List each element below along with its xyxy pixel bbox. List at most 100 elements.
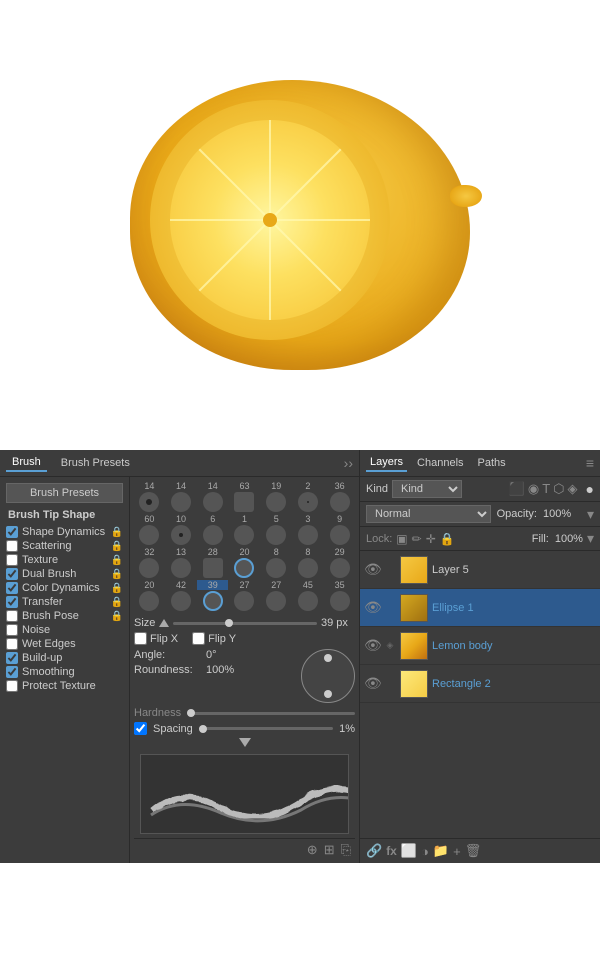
brush-bottom-icons: ⊕ ⊞ ⎘ bbox=[134, 838, 355, 861]
blend-mode-select[interactable]: Normal Multiply Screen Overlay bbox=[366, 505, 491, 523]
brush-presets-button[interactable]: Brush Presets bbox=[6, 483, 123, 503]
bg-cell[interactable]: 3 bbox=[293, 514, 324, 546]
visibility-icon-rect[interactable]: 👁 bbox=[364, 675, 380, 692]
bg-cell[interactable]: 14 bbox=[134, 481, 165, 513]
tab-layers[interactable]: Layers bbox=[366, 454, 407, 472]
layer-item-layer5[interactable]: 👁 Layer 5 bbox=[360, 551, 600, 589]
kind-pixel-icon[interactable]: ⬛ bbox=[509, 481, 525, 497]
option-dual-brush[interactable]: Dual Brush 🔒 bbox=[6, 567, 123, 581]
kind-shape-icon[interactable]: ⬡ bbox=[553, 481, 564, 497]
bg-cell[interactable]: 36 bbox=[324, 481, 355, 513]
layer-item-lemon-body[interactable]: 👁 ◈ Lemon body bbox=[360, 627, 600, 665]
flip-x-checkbox[interactable] bbox=[134, 632, 147, 645]
option-texture[interactable]: Texture 🔒 bbox=[6, 553, 123, 567]
layer-item-ellipse1[interactable]: 👁 Ellipse 1 bbox=[360, 589, 600, 627]
visibility-icon-layer5[interactable]: 👁 bbox=[364, 561, 380, 578]
tab-paths[interactable]: Paths bbox=[474, 455, 510, 471]
layers-bottom-bar: 🔗 fx ⬜ ◑ 📁 + 🗑 bbox=[360, 838, 600, 863]
option-wet-edges[interactable]: Wet Edges bbox=[6, 637, 123, 651]
bg-cell[interactable]: 9 bbox=[324, 514, 355, 546]
bg-cell[interactable]: 8 bbox=[261, 547, 292, 579]
option-smoothing[interactable]: Smoothing bbox=[6, 665, 123, 679]
kind-type-icon[interactable]: T bbox=[542, 481, 550, 497]
brush-icon-1[interactable]: ⊕ bbox=[307, 842, 318, 858]
lock-icons-row: ▣ ✏ ✛ 🔒 bbox=[396, 532, 454, 546]
layer-delete-icon[interactable]: 🗑 bbox=[465, 843, 482, 859]
bg-cell[interactable]: 45 bbox=[293, 580, 324, 612]
flip-y-checkbox[interactable] bbox=[192, 632, 205, 645]
bg-cell[interactable]: 35 bbox=[324, 580, 355, 612]
layer-new-icon[interactable]: + bbox=[453, 844, 461, 859]
fill-chevron-icon[interactable]: ▾ bbox=[587, 530, 594, 547]
stroke-preview-area bbox=[140, 754, 349, 834]
kind-adjust-icon[interactable]: ◉ bbox=[528, 481, 539, 497]
option-transfer[interactable]: Transfer 🔒 bbox=[6, 595, 123, 609]
lock-position-icon[interactable]: ✛ bbox=[426, 532, 436, 546]
hardness-slider[interactable] bbox=[187, 712, 355, 715]
kind-select[interactable]: Kind bbox=[392, 480, 462, 498]
kind-smart-icon[interactable]: ◈ bbox=[568, 481, 578, 497]
bg-cell[interactable]: 1 bbox=[229, 514, 260, 546]
lock-transparent-icon[interactable]: ▣ bbox=[396, 532, 407, 546]
bg-cell[interactable]: 60 bbox=[134, 514, 165, 546]
bg-cell[interactable]: 29 bbox=[324, 547, 355, 579]
spacing-checkbox[interactable] bbox=[134, 722, 147, 735]
lock-paint-icon[interactable]: ✏ bbox=[412, 532, 422, 546]
lock-icon-scatter: 🔒 bbox=[111, 541, 123, 552]
bg-cell[interactable]: 13 bbox=[166, 547, 197, 579]
bg-cell[interactable]: 42 bbox=[166, 580, 197, 612]
option-buildup[interactable]: Build-up bbox=[6, 651, 123, 665]
option-color-dynamics[interactable]: Color Dynamics 🔒 bbox=[6, 581, 123, 595]
kind-toggle-icon[interactable]: ● bbox=[586, 481, 594, 497]
bg-cell[interactable]: 27 bbox=[261, 580, 292, 612]
bg-cell-selected[interactable]: 20 bbox=[229, 547, 260, 579]
bg-cell[interactable]: 10 bbox=[166, 514, 197, 546]
bg-cell[interactable]: 14 bbox=[166, 481, 197, 513]
flip-x-label[interactable]: Flip X bbox=[134, 632, 178, 645]
brush-icon-2[interactable]: ⊞ bbox=[324, 842, 335, 858]
layer-mask-icon[interactable]: ⬜ bbox=[401, 843, 417, 859]
layer-adj-icon[interactable]: ◑ bbox=[421, 844, 429, 859]
visibility-icon-ellipse1[interactable]: 👁 bbox=[364, 599, 380, 616]
spacing-triangle-area bbox=[134, 738, 355, 750]
bg-cell[interactable]: 8 bbox=[293, 547, 324, 579]
brush-angle-widget[interactable] bbox=[301, 649, 355, 703]
brush-panel-menu-icon[interactable]: ›› bbox=[344, 455, 353, 471]
lock-all-icon[interactable]: 🔒 bbox=[440, 532, 455, 546]
tab-brush-presets[interactable]: Brush Presets bbox=[55, 455, 136, 471]
layers-tab-bar: Layers Channels Paths ≡ bbox=[360, 450, 600, 477]
bg-cell[interactable]: 63 bbox=[229, 481, 260, 513]
layer-item-rect2[interactable]: 👁 Rectangle 2 bbox=[360, 665, 600, 703]
layer-group-icon[interactable]: 📁 bbox=[433, 843, 449, 859]
bg-cell[interactable]: 28 bbox=[197, 547, 228, 579]
bg-cell[interactable]: 27 bbox=[229, 580, 260, 612]
size-slider[interactable] bbox=[173, 622, 317, 625]
tab-brush[interactable]: Brush bbox=[6, 454, 47, 472]
brush-icon-3[interactable]: ⎘ bbox=[341, 842, 351, 858]
bg-cell[interactable]: 6 bbox=[197, 514, 228, 546]
spacing-slider[interactable] bbox=[199, 727, 333, 730]
option-scattering[interactable]: Scattering 🔒 bbox=[6, 539, 123, 553]
bg-cell[interactable]: 20 bbox=[134, 580, 165, 612]
option-shape-dynamics[interactable]: Shape Dynamics 🔒 bbox=[6, 525, 123, 539]
hardness-row: Hardness bbox=[134, 707, 355, 719]
flip-y-label[interactable]: Flip Y bbox=[192, 632, 236, 645]
visibility-icon-lemon[interactable]: 👁 bbox=[364, 637, 380, 654]
layer-fx-link-icon[interactable]: 🔗 bbox=[366, 843, 382, 859]
layer-fx-icon[interactable]: fx bbox=[386, 844, 397, 858]
layer-thumb-layer5 bbox=[400, 556, 428, 584]
layers-menu-icon[interactable]: ≡ bbox=[586, 455, 594, 471]
bg-cell[interactable]: 32 bbox=[134, 547, 165, 579]
bg-cell[interactable]: 5 bbox=[261, 514, 292, 546]
brush-options-left: Brush Presets Brush Tip Shape Shape Dyna… bbox=[0, 477, 130, 863]
option-brush-pose[interactable]: Brush Pose 🔒 bbox=[6, 609, 123, 623]
bg-cell-39[interactable]: 39 bbox=[197, 580, 228, 612]
brush-tip-shape-label: Brush Tip Shape bbox=[0, 507, 129, 523]
opacity-chevron-icon[interactable]: ▾ bbox=[587, 506, 594, 523]
bg-cell[interactable]: 2 bbox=[293, 481, 324, 513]
tab-channels[interactable]: Channels bbox=[413, 455, 467, 471]
option-noise[interactable]: Noise bbox=[6, 623, 123, 637]
bg-cell[interactable]: 14 bbox=[197, 481, 228, 513]
bg-cell[interactable]: 19 bbox=[261, 481, 292, 513]
option-protect-texture[interactable]: Protect Texture bbox=[6, 679, 123, 693]
